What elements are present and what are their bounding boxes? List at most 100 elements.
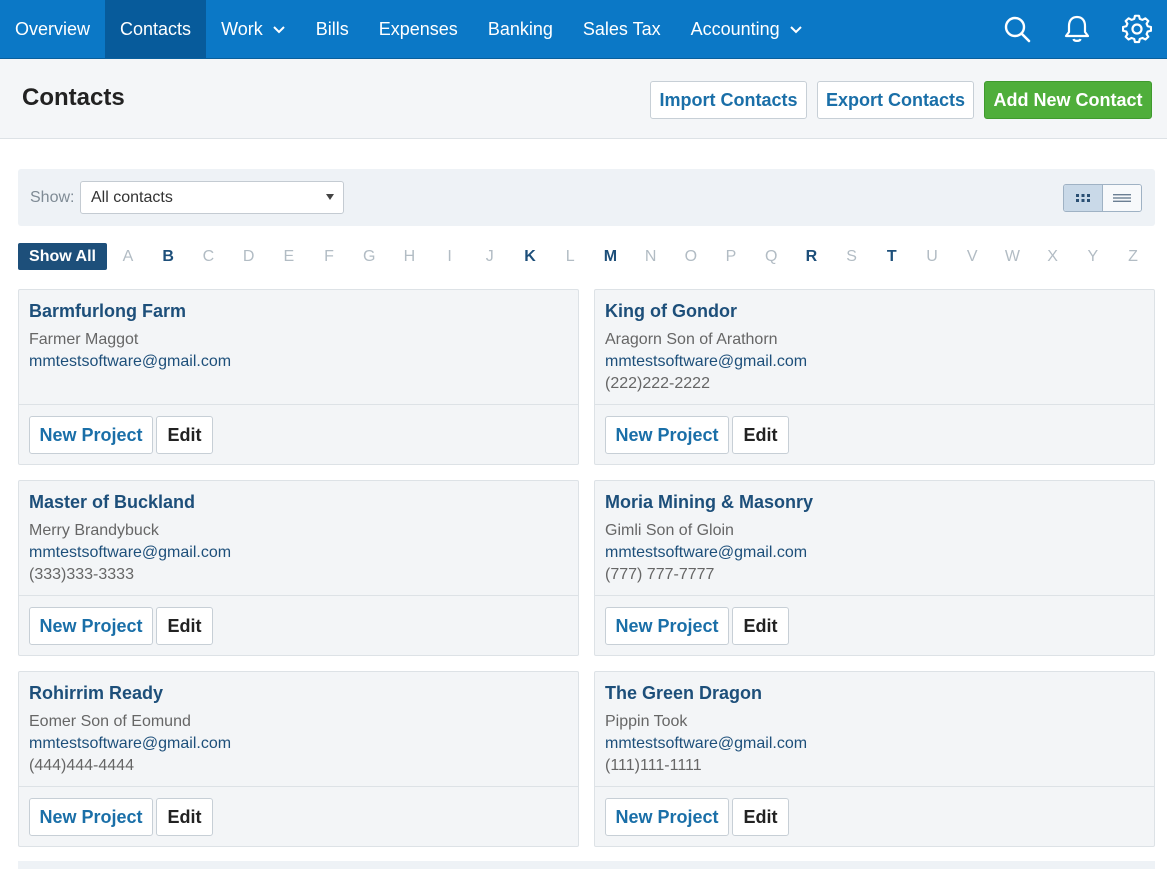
letter-filter-b[interactable]: B [158,248,178,266]
caret-down-icon [326,194,334,200]
export-contacts-button[interactable]: Export Contacts [817,81,974,119]
letter-filter-j: J [485,248,494,265]
nav-label: Work [221,18,263,39]
nav-bills[interactable]: Bills [301,0,364,58]
letter-filter-x: X [1047,248,1058,265]
new-project-button[interactable]: New Project [605,607,729,645]
letter-filter-a: A [122,248,134,265]
contact-card: The Green Dragon Pippin Took mmtestsoftw… [594,671,1155,847]
letter-filter-u: U [926,248,938,265]
nav-contacts[interactable]: Contacts [105,0,207,58]
card-body: The Green Dragon Pippin Took mmtestsoftw… [595,672,1154,787]
nav-accounting[interactable]: Accounting [676,0,818,58]
edit-button[interactable]: Edit [156,416,213,454]
edit-button[interactable]: Edit [156,798,213,836]
contact-card: Moria Mining & Masonry Gimli Son of Gloi… [594,480,1155,656]
edit-button[interactable]: Edit [732,416,789,454]
nav-label: Sales Tax [582,18,661,39]
contact-person: Eomer Son of Eomund [29,713,191,730]
letter-filter-s: S [846,248,857,265]
grid-view-icon [1075,194,1090,202]
contact-person: Aragorn Son of Arathorn [605,331,778,348]
contact-email[interactable]: mmtestsoftware@gmail.com [605,544,807,562]
search-button[interactable] [987,0,1047,58]
alphabet-filter: Show All A B C D E F G H I J K L M N O P Q R S T U V W X Y Z [18,243,1155,270]
edit-button[interactable]: Edit [156,607,213,645]
contact-email[interactable]: mmtestsoftware@gmail.com [29,353,231,371]
contact-email[interactable]: mmtestsoftware@gmail.com [29,735,231,753]
letter-filter-w: W [1004,248,1020,265]
next-row-edge [18,861,1155,869]
gear-icon [1122,14,1152,44]
letter-filter-h: H [403,248,416,265]
contact-filter-select[interactable]: All contacts [80,181,344,214]
letter-filter-m[interactable]: M [600,248,620,266]
contact-card: Rohirrim Ready Eomer Son of Eomund mmtes… [18,671,579,847]
nav-sales-tax[interactable]: Sales Tax [568,0,676,58]
contact-card: Barmfurlong Farm Farmer Maggot mmtestsof… [18,289,579,465]
contact-email[interactable]: mmtestsoftware@gmail.com [605,735,807,753]
contact-name[interactable]: King of Gondor [605,301,737,322]
add-new-contact-button[interactable]: Add New Contact [984,81,1152,119]
nav-label: Contacts [120,18,192,39]
select-value: All contacts [91,189,173,206]
letter-filter-d: D [242,248,255,265]
chevron-down-icon [273,26,285,34]
new-project-button[interactable]: New Project [605,798,729,836]
card-body: Barmfurlong Farm Farmer Maggot mmtestsof… [19,290,578,405]
nav-label: Expenses [378,18,458,39]
grid-view-button[interactable] [1064,185,1103,211]
contact-phone: (222)222-2222 [605,375,710,392]
contact-name[interactable]: Barmfurlong Farm [29,301,186,322]
nav-label: Accounting [690,18,780,39]
edit-button[interactable]: Edit [732,798,789,836]
nav-overview[interactable]: Overview [0,0,105,58]
contact-name[interactable]: Moria Mining & Masonry [605,492,813,513]
new-project-button[interactable]: New Project [29,607,153,645]
contact-phone: (777) 777-7777 [605,566,715,583]
contact-phone: (111)111-1111 [605,757,702,774]
contact-phone: (444)444-4444 [29,757,134,774]
nav-label: Bills [315,18,349,39]
contact-email[interactable]: mmtestsoftware@gmail.com [605,353,807,371]
contact-phone: (333)333-3333 [29,566,134,583]
card-body: Master of Buckland Merry Brandybuck mmte… [19,481,578,596]
contact-person: Pippin Took [605,713,688,730]
card-body: Rohirrim Ready Eomer Son of Eomund mmtes… [19,672,578,787]
contact-name[interactable]: Rohirrim Ready [29,683,163,704]
letter-filter-t[interactable]: T [882,248,902,266]
view-toggle [1063,184,1142,212]
letter-filter-p: P [725,248,737,265]
new-project-button[interactable]: New Project [29,798,153,836]
letter-filter-k[interactable]: K [520,248,540,266]
new-project-button[interactable]: New Project [605,416,729,454]
new-project-button[interactable]: New Project [29,416,153,454]
nav-work[interactable]: Work [206,0,301,58]
page-title: Contacts [22,84,125,111]
card-body: King of Gondor Aragorn Son of Arathorn m… [595,290,1154,405]
nav-expenses[interactable]: Expenses [364,0,473,58]
show-all-button[interactable]: Show All [18,243,107,270]
list-view-icon [1112,194,1131,202]
letter-filter-n: N [644,248,657,265]
contact-person: Gimli Son of Gloin [605,522,734,539]
edit-button[interactable]: Edit [732,607,789,645]
settings-button[interactable] [1107,0,1167,58]
bell-icon [1064,15,1090,42]
contact-name[interactable]: Master of Buckland [29,492,195,513]
contact-person: Farmer Maggot [29,331,139,348]
filter-bar: Show: All contacts [18,169,1155,226]
show-label: Show: [30,189,75,206]
letter-filter-r[interactable]: R [801,248,821,266]
list-view-button[interactable] [1102,185,1141,211]
card-body: Moria Mining & Masonry Gimli Son of Gloi… [595,481,1154,596]
notifications-button[interactable] [1047,0,1107,58]
nav-banking[interactable]: Banking [473,0,568,58]
letter-filter-f: F [324,248,334,265]
contact-name[interactable]: The Green Dragon [605,683,762,704]
import-contacts-button[interactable]: Import Contacts [650,81,807,119]
contact-email[interactable]: mmtestsoftware@gmail.com [29,544,231,562]
contact-person: Merry Brandybuck [29,522,159,539]
letter-filter-y: Y [1087,248,1099,265]
letter-filter-c: C [202,248,215,265]
